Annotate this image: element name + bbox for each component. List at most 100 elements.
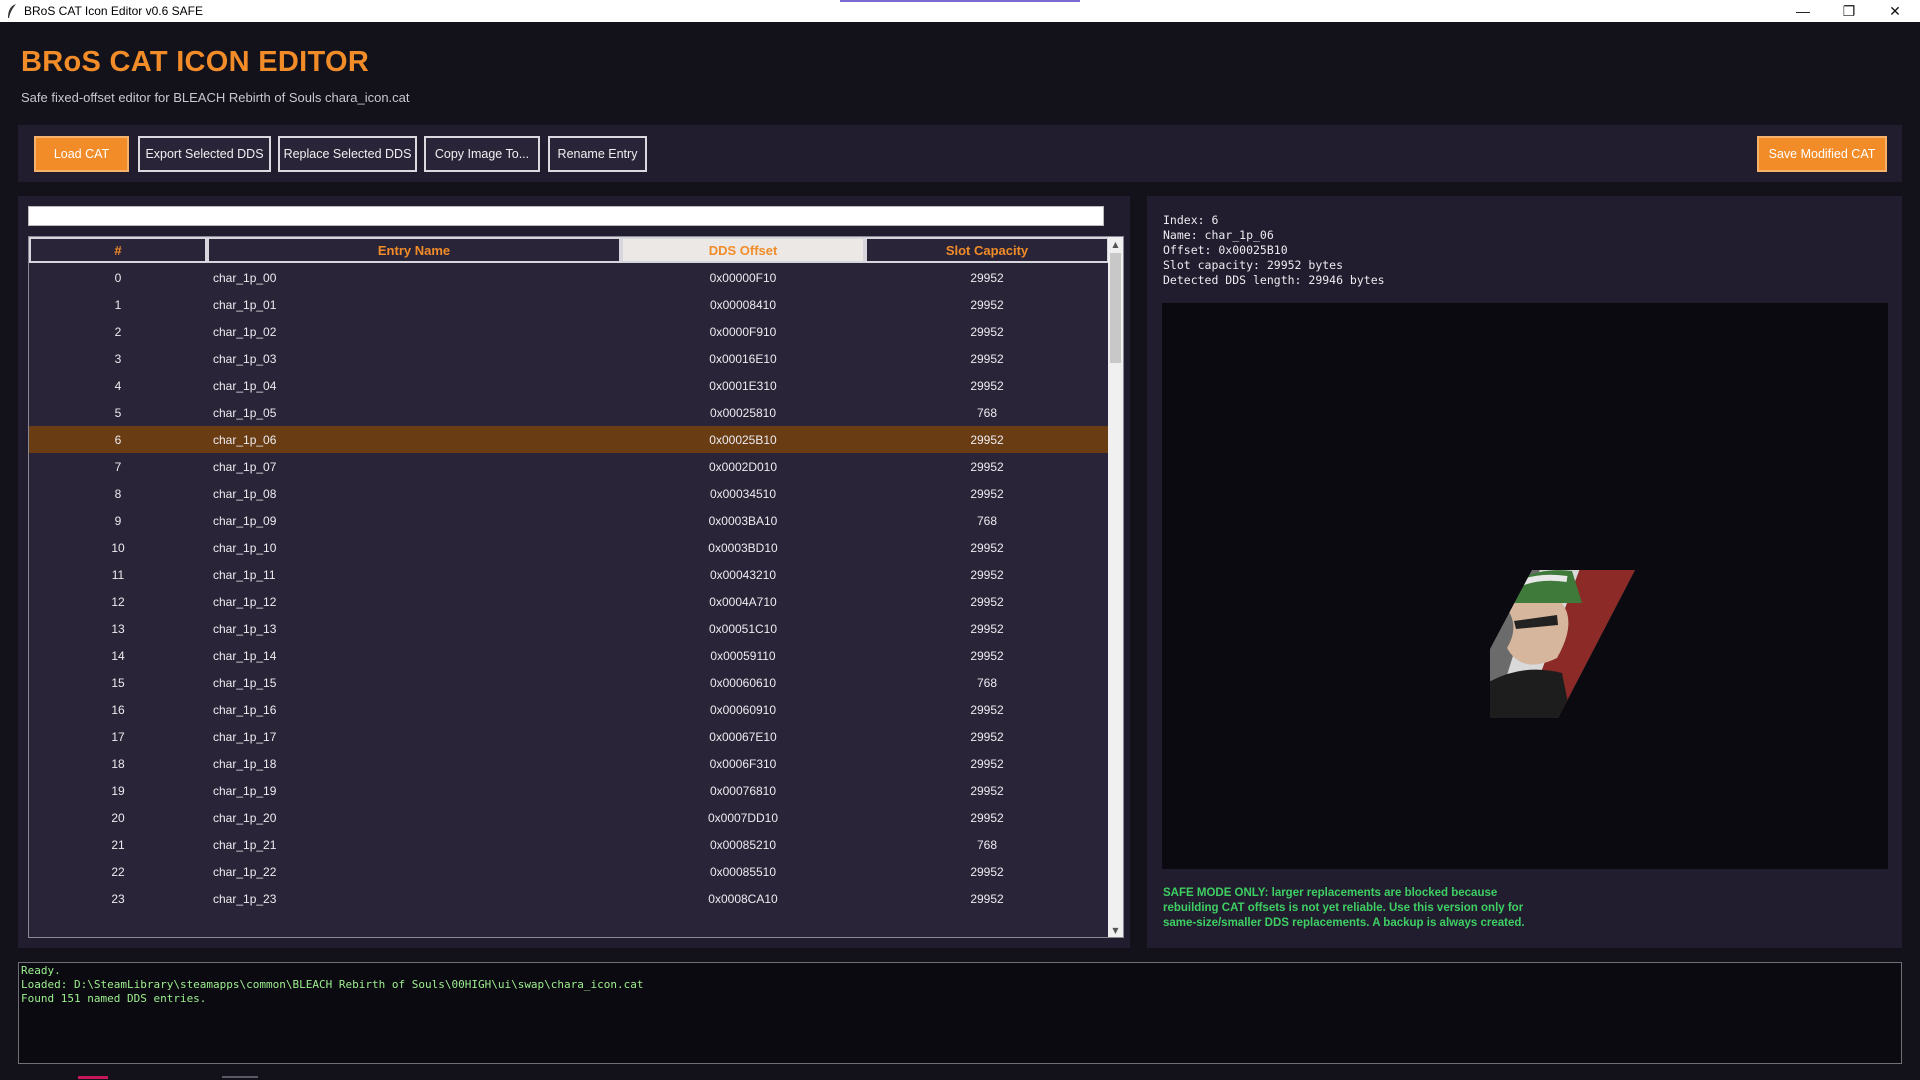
table-row[interactable]: 15 char_1p_15 0x00060610 768: [29, 669, 1109, 696]
taskbar-indicator: [222, 1076, 258, 1078]
log-console: Ready. Loaded: D:\SteamLibrary\steamapps…: [18, 962, 1902, 1064]
cell-slot-capacity: 29952: [970, 486, 1004, 501]
load-cat-button[interactable]: Load CAT: [34, 136, 129, 172]
window-titlebar: BRoS CAT Icon Editor v0.6 SAFE — ❐ ✕: [0, 0, 1920, 22]
table-row[interactable]: 4 char_1p_04 0x0001E310 29952: [29, 372, 1109, 399]
column-header-dds-offset[interactable]: DDS Offset: [621, 237, 865, 263]
cell-index: 23: [111, 891, 125, 906]
table-row[interactable]: 5 char_1p_05 0x00025810 768: [29, 399, 1109, 426]
scrollbar-thumb[interactable]: [1110, 253, 1121, 363]
table-row[interactable]: 23 char_1p_23 0x0008CA10 29952: [29, 885, 1109, 912]
table-row[interactable]: 20 char_1p_20 0x0007DD10 29952: [29, 804, 1109, 831]
info-capacity: Slot capacity: 29952 bytes: [1163, 258, 1344, 272]
table-row[interactable]: 10 char_1p_10 0x0003BD10 29952: [29, 534, 1109, 561]
info-offset: Offset: 0x00025B10: [1163, 243, 1288, 257]
minimize-icon[interactable]: —: [1780, 0, 1826, 22]
cell-entry-name: char_1p_15: [213, 675, 277, 690]
cell-entry-name: char_1p_21: [213, 837, 277, 852]
cell-entry-name: char_1p_03: [213, 351, 277, 366]
scroll-up-icon[interactable]: ▲: [1108, 237, 1123, 251]
cell-entry-name: char_1p_10: [213, 540, 277, 555]
log-line: Found 151 named DDS entries.: [21, 992, 207, 1005]
info-index: Index: 6: [1163, 213, 1219, 227]
cell-slot-capacity: 768: [976, 513, 998, 528]
table-row[interactable]: 0 char_1p_00 0x00000F10 29952: [29, 264, 1109, 291]
cell-index: 3: [114, 351, 122, 366]
table-row[interactable]: 6 char_1p_06 0x00025B10 29952: [29, 426, 1109, 453]
cell-entry-name: char_1p_14: [213, 648, 277, 663]
table-row[interactable]: 13 char_1p_13 0x00051C10 29952: [29, 615, 1109, 642]
window-title: BRoS CAT Icon Editor v0.6 SAFE: [24, 4, 203, 18]
cell-entry-name: char_1p_07: [213, 459, 277, 474]
cell-dds-offset: 0x00051C10: [708, 621, 778, 636]
copy-image-button[interactable]: Copy Image To...: [424, 136, 540, 172]
safe-mode-note: SAFE MODE ONLY: larger replacements are …: [1163, 887, 1525, 929]
cell-index: 9: [114, 513, 122, 528]
table-row[interactable]: 14 char_1p_14 0x00059110 29952: [29, 642, 1109, 669]
cell-index: 2: [114, 324, 122, 339]
table-row[interactable]: 1 char_1p_01 0x00008410 29952: [29, 291, 1109, 318]
export-dds-button[interactable]: Export Selected DDS: [138, 136, 271, 172]
restore-icon[interactable]: ❐: [1826, 0, 1872, 22]
cell-dds-offset: 0x0003BA10: [708, 513, 778, 528]
table-row[interactable]: 19 char_1p_19 0x00076810 29952: [29, 777, 1109, 804]
table-row[interactable]: 8 char_1p_08 0x00034510 29952: [29, 480, 1109, 507]
table-row[interactable]: 12 char_1p_12 0x0004A710 29952: [29, 588, 1109, 615]
taskbar-strip: [0, 1076, 1920, 1080]
cell-dds-offset: 0x00059110: [710, 648, 776, 663]
replace-dds-button[interactable]: Replace Selected DDS: [278, 136, 417, 172]
cell-entry-name: char_1p_12: [213, 594, 277, 609]
close-icon[interactable]: ✕: [1872, 0, 1918, 22]
cell-index: 6: [114, 432, 122, 447]
cell-entry-name: char_1p_23: [213, 891, 277, 906]
table-row[interactable]: 9 char_1p_09 0x0003BA10 768: [29, 507, 1109, 534]
cell-entry-name: char_1p_08: [213, 486, 277, 501]
table-body: 0 char_1p_00 0x00000F10 29952 1 char_1p_01 0x0…: [29, 264, 1109, 912]
cell-slot-capacity: 29952: [970, 702, 1004, 717]
cell-dds-offset: 0x00060610: [709, 675, 777, 690]
cell-dds-offset: 0x00076810: [709, 783, 777, 798]
cell-slot-capacity: 29952: [970, 567, 1004, 582]
cell-entry-name: char_1p_16: [213, 702, 277, 717]
cell-slot-capacity: 29952: [970, 729, 1004, 744]
cell-slot-capacity: 29952: [970, 351, 1004, 366]
cell-dds-offset: 0x00025B10: [709, 432, 777, 447]
cell-slot-capacity: 29952: [970, 270, 1004, 285]
rename-entry-button[interactable]: Rename Entry: [548, 136, 647, 172]
table-row[interactable]: 3 char_1p_03 0x00016E10 29952: [29, 345, 1109, 372]
cell-entry-name: char_1p_01: [213, 297, 277, 312]
cell-slot-capacity: 29952: [970, 432, 1004, 447]
cell-index: 8: [114, 486, 122, 501]
feather-icon: [6, 3, 18, 19]
table-row[interactable]: 22 char_1p_22 0x00085510 29952: [29, 858, 1109, 885]
info-detected-length: Detected DDS length: 29946 bytes: [1163, 273, 1385, 287]
table-row[interactable]: 18 char_1p_18 0x0006F310 29952: [29, 750, 1109, 777]
cell-dds-offset: 0x00085510: [709, 864, 777, 879]
cell-entry-name: char_1p_05: [213, 405, 277, 420]
cell-slot-capacity: 768: [976, 837, 998, 852]
cell-dds-offset: 0x00060910: [709, 702, 777, 717]
column-header-slot-capacity[interactable]: Slot Capacity: [865, 237, 1109, 263]
cell-dds-offset: 0x00000F10: [709, 270, 777, 285]
table-row[interactable]: 21 char_1p_21 0x00085210 768: [29, 831, 1109, 858]
cell-dds-offset: 0x0007DD10: [707, 810, 779, 825]
table-row[interactable]: 17 char_1p_17 0x00067E10 29952: [29, 723, 1109, 750]
scroll-down-icon[interactable]: ▼: [1108, 923, 1123, 937]
table-row[interactable]: 7 char_1p_07 0x0002D010 29952: [29, 453, 1109, 480]
cell-index: 4: [114, 378, 122, 393]
save-cat-button[interactable]: Save Modified CAT: [1757, 136, 1887, 172]
column-header-entry-name[interactable]: Entry Name: [207, 237, 621, 263]
log-line: Ready.: [21, 964, 61, 977]
cell-dds-offset: 0x00034510: [709, 486, 777, 501]
search-input[interactable]: [28, 206, 1104, 226]
cell-index: 16: [111, 702, 125, 717]
table-row[interactable]: 16 char_1p_16 0x00060910 29952: [29, 696, 1109, 723]
toolbar: Load CAT Export Selected DDS Replace Sel…: [18, 125, 1902, 182]
cell-index: 15: [111, 675, 125, 690]
table-row[interactable]: 11 char_1p_11 0x00043210 29952: [29, 561, 1109, 588]
column-header-index[interactable]: #: [29, 237, 207, 263]
table-row[interactable]: 2 char_1p_02 0x0000F910 29952: [29, 318, 1109, 345]
cell-index: 17: [111, 729, 125, 744]
cell-dds-offset: 0x00043210: [709, 567, 777, 582]
table-scrollbar[interactable]: ▲ ▼: [1108, 237, 1123, 937]
